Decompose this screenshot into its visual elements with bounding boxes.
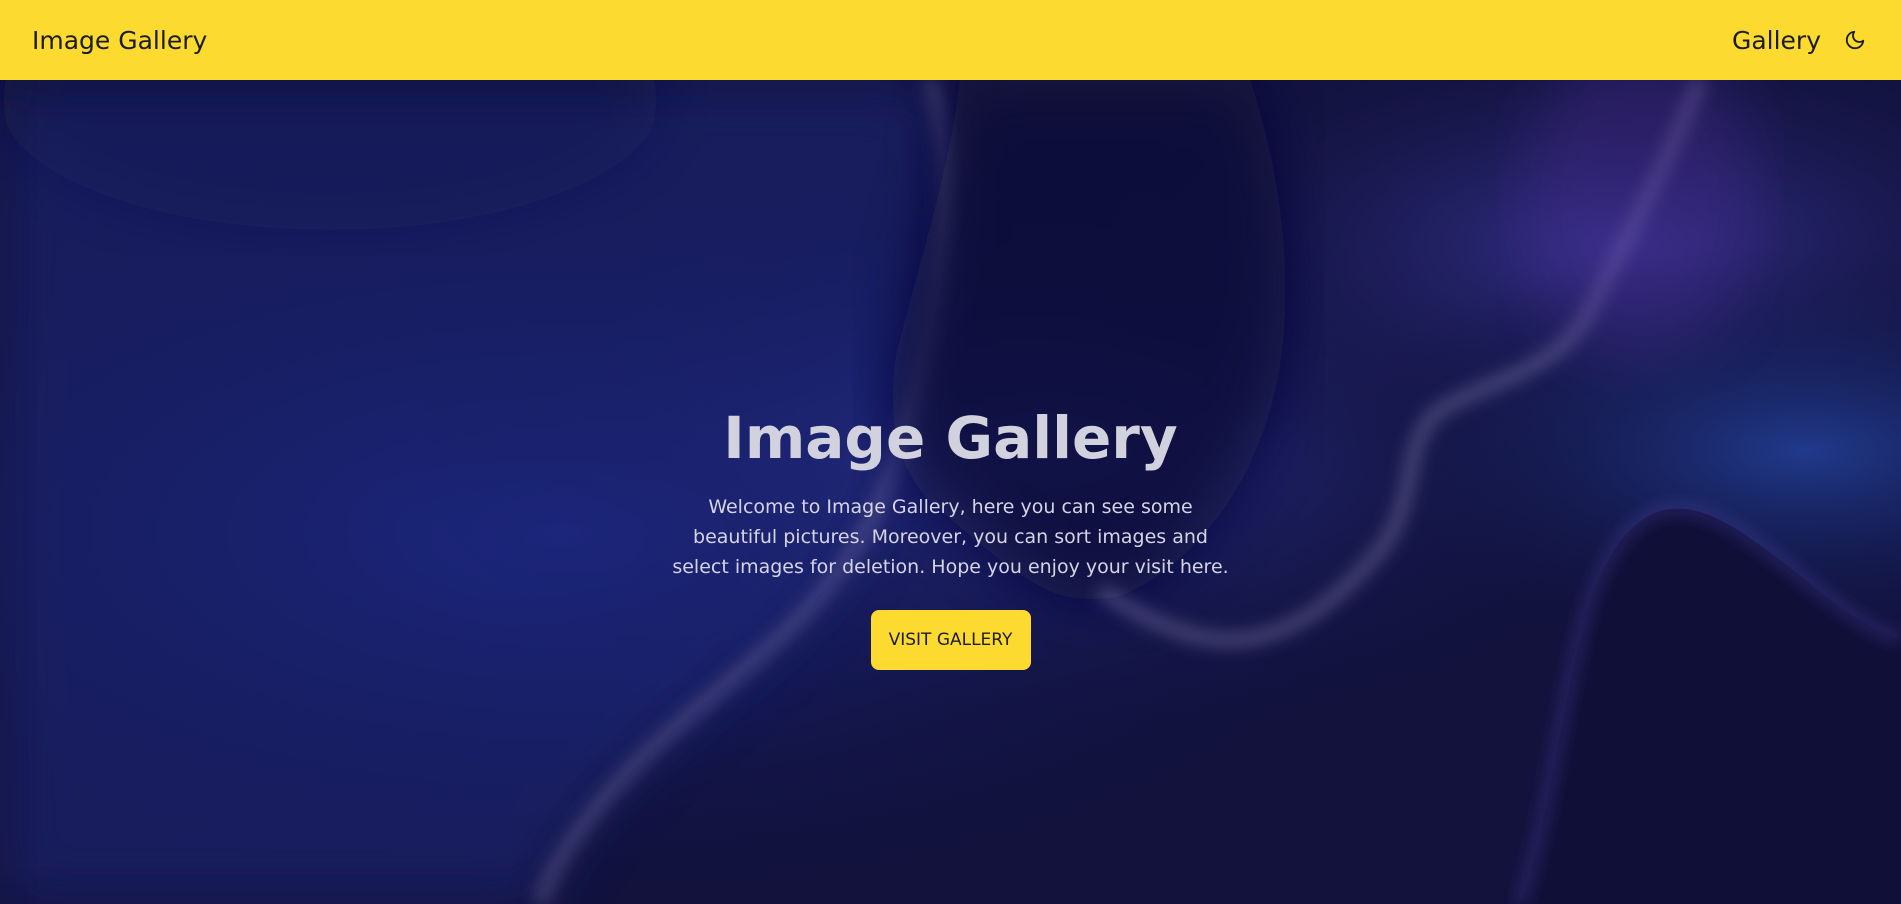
nav-right: Gallery bbox=[1732, 26, 1869, 55]
hero-content: Image Gallery Welcome to Image Gallery, … bbox=[0, 80, 1901, 904]
hero-description: Welcome to Image Gallery, here you can s… bbox=[672, 496, 1229, 578]
moon-icon[interactable] bbox=[1841, 26, 1869, 54]
visit-gallery-button[interactable]: VISIT GALLERY bbox=[870, 610, 1031, 670]
hero-section: Image Gallery Welcome to Image Gallery, … bbox=[0, 80, 1901, 904]
hero-title: Image Gallery bbox=[723, 404, 1178, 472]
nav-link-gallery[interactable]: Gallery bbox=[1732, 26, 1821, 55]
brand-logo-text[interactable]: Image Gallery bbox=[32, 26, 207, 55]
navbar: Image Gallery Gallery bbox=[0, 0, 1901, 80]
